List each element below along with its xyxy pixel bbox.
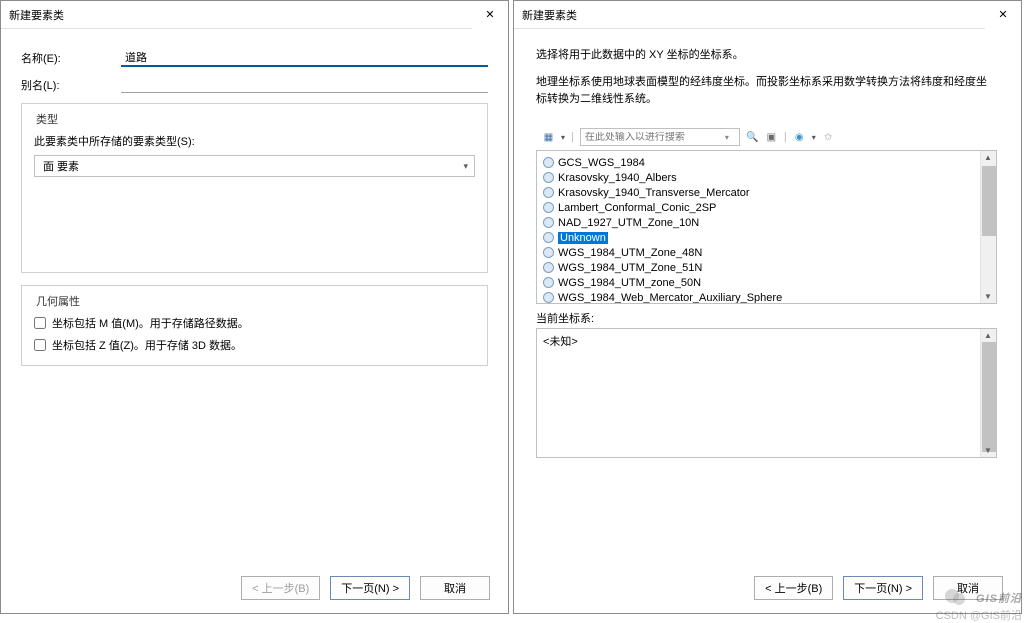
scroll-thumb[interactable]: [982, 342, 996, 452]
scroll-thumb[interactable]: [982, 166, 996, 236]
z-checkbox-label: 坐标包括 Z 值(Z)。用于存储 3D 数据。: [52, 337, 242, 353]
crs-item-label: WGS_1984_Web_Mercator_Auxiliary_Sphere: [558, 292, 782, 304]
crs-item[interactable]: Krasovsky_1940_Albers: [539, 170, 994, 185]
crs-toolbar: ▦ ▾ | ▾ 🔍 ▣ | ◉ ▾ ✩: [542, 128, 997, 146]
new-feature-class-dialog-step1: 新建要素类 ✕ 名称(E): 别名(L): 类型 此要素类中所存储的要素类型(S…: [0, 0, 509, 614]
crs-item[interactable]: Unknown: [539, 230, 994, 245]
globe-dropdown-icon[interactable]: ▾: [812, 133, 816, 142]
globe-icon: [543, 262, 554, 273]
close-button[interactable]: ✕: [472, 1, 508, 29]
m-checkbox-label: 坐标包括 M 值(M)。用于存储路径数据。: [52, 315, 249, 331]
geom-type-value: 面 要素: [43, 158, 79, 174]
scroll-down-icon[interactable]: ▼: [984, 292, 992, 301]
crs-search-box[interactable]: ▾: [580, 128, 740, 146]
crs-item-label: WGS_1984_UTM_Zone_51N: [558, 262, 702, 274]
dialog-body: 选择将用于此数据中的 XY 坐标的坐标系。 地理坐标系使用地球表面模型的经纬度坐…: [514, 29, 1021, 614]
current-crs-label: 当前坐标系:: [536, 310, 997, 326]
close-icon: ✕: [485, 8, 494, 21]
globe-icon[interactable]: ◉: [793, 131, 806, 144]
alias-label: 别名(L):: [21, 77, 121, 93]
current-crs-value: <未知>: [543, 336, 578, 348]
scrollbar[interactable]: ▲ ▼: [980, 329, 996, 457]
crs-item-label: Unknown: [558, 232, 608, 244]
instruction-text-1: 选择将用于此数据中的 XY 坐标的坐标系。: [536, 47, 997, 64]
globe-icon: [543, 187, 554, 198]
back-button: < 上一步(B): [241, 576, 320, 600]
globe-icon: [543, 217, 554, 228]
crs-item[interactable]: Krasovsky_1940_Transverse_Mercator: [539, 185, 994, 200]
back-button[interactable]: < 上一步(B): [754, 576, 833, 600]
dialog-title: 新建要素类: [9, 7, 64, 23]
m-checkbox-row[interactable]: 坐标包括 M 值(M)。用于存储路径数据。: [34, 315, 475, 331]
cancel-button[interactable]: 取消: [933, 576, 1003, 600]
close-icon: ✕: [998, 8, 1007, 21]
current-crs-box: <未知> ▲ ▼: [536, 328, 997, 458]
name-label: 名称(E):: [21, 50, 121, 66]
crs-item[interactable]: Lambert_Conformal_Conic_2SP: [539, 200, 994, 215]
import-icon[interactable]: ▣: [765, 131, 778, 144]
crs-item-label: NAD_1927_UTM_Zone_10N: [558, 217, 699, 229]
crs-item[interactable]: WGS_1984_UTM_zone_50N: [539, 275, 994, 290]
favorite-icon[interactable]: ✩: [822, 131, 835, 144]
globe-icon: [543, 202, 554, 213]
crs-item[interactable]: GCS_WGS_1984: [539, 155, 994, 170]
filter-dropdown-icon[interactable]: ▾: [561, 133, 565, 142]
dialog-title: 新建要素类: [522, 7, 577, 23]
next-button[interactable]: 下一页(N) >: [843, 576, 923, 600]
m-checkbox[interactable]: [34, 317, 46, 329]
separator: |: [571, 131, 574, 143]
geom-type-select[interactable]: 面 要素 ▾: [34, 155, 475, 177]
geom-type-label: 此要素类中所存储的要素类型(S):: [34, 133, 475, 149]
z-checkbox-row[interactable]: 坐标包括 Z 值(Z)。用于存储 3D 数据。: [34, 337, 475, 353]
globe-icon: [543, 157, 554, 168]
next-button[interactable]: 下一页(N) >: [330, 576, 410, 600]
cancel-button[interactable]: 取消: [420, 576, 490, 600]
crs-item-label: GCS_WGS_1984: [558, 157, 645, 169]
globe-icon: [543, 277, 554, 288]
crs-item-label: Lambert_Conformal_Conic_2SP: [558, 202, 716, 214]
geom-props-groupbox: 几何属性 坐标包括 M 值(M)。用于存储路径数据。 坐标包括 Z 值(Z)。用…: [21, 285, 488, 366]
crs-item-label: WGS_1984_UTM_Zone_48N: [558, 247, 702, 259]
type-groupbox: 类型 此要素类中所存储的要素类型(S): 面 要素 ▾: [21, 103, 488, 273]
crs-item[interactable]: WGS_1984_Web_Mercator_Auxiliary_Sphere: [539, 290, 994, 304]
geom-props-title: 几何属性: [32, 293, 84, 309]
globe-icon: [543, 247, 554, 258]
clear-search-icon[interactable]: ▾: [725, 133, 729, 142]
z-checkbox[interactable]: [34, 339, 46, 351]
crs-item-label: Krasovsky_1940_Transverse_Mercator: [558, 187, 750, 199]
dialog-body: 名称(E): 别名(L): 类型 此要素类中所存储的要素类型(S): 面 要素 …: [1, 29, 508, 614]
close-button[interactable]: ✕: [985, 1, 1021, 29]
alias-input[interactable]: [121, 77, 488, 93]
crs-item[interactable]: WGS_1984_UTM_Zone_51N: [539, 260, 994, 275]
crs-item[interactable]: WGS_1984_UTM_Zone_48N: [539, 245, 994, 260]
filter-icon[interactable]: ▦: [542, 131, 555, 144]
scroll-up-icon[interactable]: ▲: [984, 153, 992, 162]
scroll-up-icon[interactable]: ▲: [984, 331, 992, 340]
scrollbar[interactable]: ▲ ▼: [980, 151, 996, 303]
separator: |: [784, 131, 787, 143]
new-feature-class-dialog-step2: 新建要素类 ✕ 选择将用于此数据中的 XY 坐标的坐标系。 地理坐标系使用地球表…: [513, 0, 1022, 614]
search-icon[interactable]: 🔍: [746, 131, 759, 144]
chevron-down-icon: ▾: [463, 161, 468, 172]
globe-icon: [543, 232, 554, 243]
crs-item-label: Krasovsky_1940_Albers: [558, 172, 677, 184]
type-group-title: 类型: [32, 111, 62, 127]
crs-item-label: WGS_1984_UTM_zone_50N: [558, 277, 701, 289]
titlebar: 新建要素类 ✕: [514, 1, 1021, 29]
crs-listbox[interactable]: GCS_WGS_1984 Krasovsky_1940_Albers Krasovs…: [536, 150, 997, 304]
wizard-button-bar: < 上一步(B) 下一页(N) > 取消: [241, 576, 490, 600]
name-input[interactable]: [121, 49, 488, 67]
wizard-button-bar: < 上一步(B) 下一页(N) > 取消: [754, 576, 1003, 600]
globe-icon: [543, 172, 554, 183]
titlebar: 新建要素类 ✕: [1, 1, 508, 29]
instruction-text-2: 地理坐标系使用地球表面模型的经纬度坐标。而投影坐标系采用数学转换方法将纬度和经度…: [536, 74, 997, 108]
crs-item[interactable]: NAD_1927_UTM_Zone_10N: [539, 215, 994, 230]
scroll-down-icon[interactable]: ▼: [984, 446, 992, 455]
globe-icon: [543, 292, 554, 303]
crs-search-input[interactable]: [585, 132, 725, 143]
